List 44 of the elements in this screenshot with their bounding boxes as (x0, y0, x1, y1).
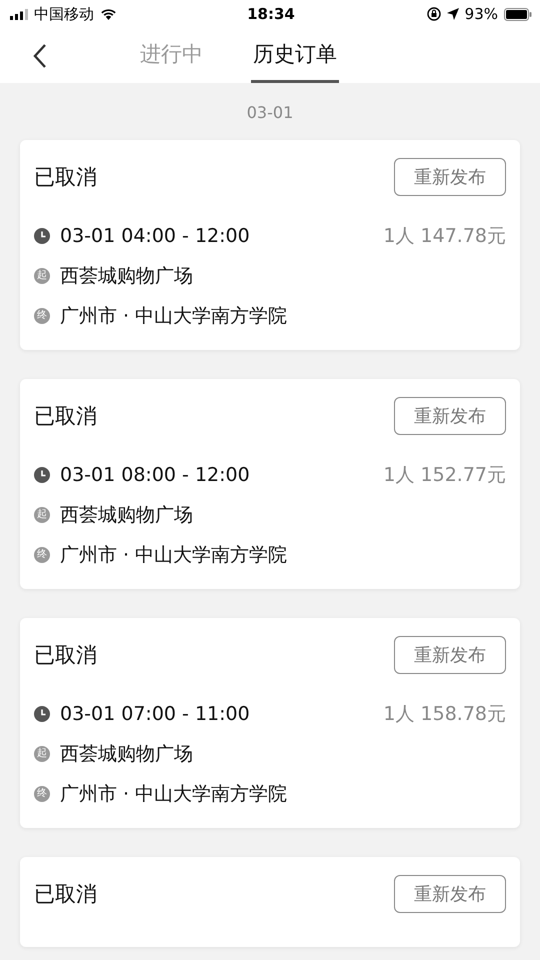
start-location: 西荟城购物广场 (60, 264, 193, 289)
order-card[interactable]: 已取消 重新发布 03-01 07:00 - 11:00 1人 158.78元 起 西荟城购物广场 终 广州市 · 中山大学南方学院 (20, 618, 520, 828)
order-time: 03-01 07:00 - 11:00 (60, 703, 250, 725)
clock-time: 18:34 (247, 5, 295, 23)
clock-icon (34, 467, 50, 483)
start-marker: 起 (34, 507, 50, 523)
clock-icon (34, 228, 50, 244)
clock-icon (34, 706, 50, 722)
order-status: 已取消 (34, 642, 97, 669)
order-price: 1人 152.77元 (383, 463, 506, 488)
order-price: 1人 147.78元 (383, 224, 506, 249)
start-location: 西荟城购物广场 (60, 742, 193, 767)
order-card[interactable]: 已取消 重新发布 (20, 857, 520, 947)
order-time: 03-01 04:00 - 12:00 (60, 225, 250, 247)
start-marker: 起 (34, 268, 50, 284)
order-card[interactable]: 已取消 重新发布 03-01 08:00 - 12:00 1人 152.77元 起 西荟城购物广场 终 广州市 · 中山大学南方学院 (20, 379, 520, 589)
signal-icon (10, 8, 28, 20)
order-price: 1人 158.78元 (383, 702, 506, 727)
republish-button[interactable]: 重新发布 (394, 636, 506, 674)
republish-button[interactable]: 重新发布 (394, 875, 506, 913)
rotation-lock-icon (426, 7, 441, 21)
end-marker: 终 (34, 547, 50, 563)
date-header: 03-01 (246, 102, 294, 124)
republish-button[interactable]: 重新发布 (394, 397, 506, 435)
back-chevron-icon (33, 42, 47, 68)
battery-percent: 93% (464, 5, 498, 23)
end-marker: 终 (34, 308, 50, 324)
order-status: 已取消 (34, 881, 97, 908)
order-time: 03-01 08:00 - 12:00 (60, 464, 250, 486)
tab[interactable]: 历史订单 (251, 28, 339, 83)
order-status: 已取消 (34, 164, 97, 191)
order-card[interactable]: 已取消 重新发布 03-01 04:00 - 12:00 1人 147.78元 起 西荟城购物广场 终 广州市 · 中山大学南方学院 (20, 140, 520, 350)
order-status: 已取消 (34, 403, 97, 430)
carrier-name: 中国移动 (34, 4, 94, 24)
end-marker: 终 (34, 786, 50, 802)
republish-button[interactable]: 重新发布 (394, 158, 506, 196)
battery-icon (504, 8, 532, 20)
start-location: 西荟城购物广场 (60, 503, 193, 528)
end-location: 广州市 · 中山大学南方学院 (60, 782, 288, 807)
location-arrow-icon (446, 8, 459, 20)
end-location: 广州市 · 中山大学南方学院 (60, 304, 288, 329)
start-marker: 起 (34, 746, 50, 762)
wifi-icon (100, 8, 117, 20)
end-location: 广州市 · 中山大学南方学院 (60, 543, 288, 568)
